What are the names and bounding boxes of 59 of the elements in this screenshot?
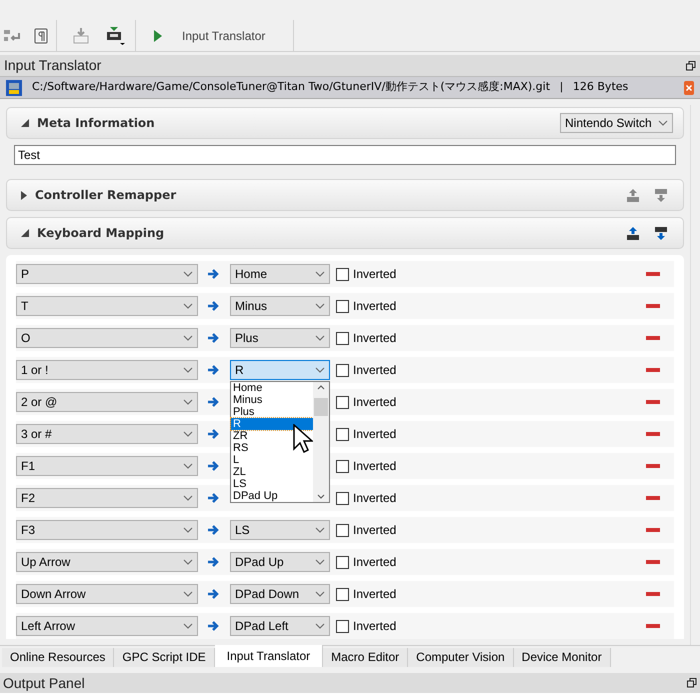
key-select[interactable]: 1 or !: [16, 360, 198, 380]
section-title: Controller Remapper: [35, 187, 178, 204]
dropdown-option[interactable]: LS: [231, 478, 313, 490]
name-field[interactable]: Test: [14, 145, 676, 165]
key-select[interactable]: Up Arrow: [16, 552, 198, 572]
inverted-label: Inverted: [353, 490, 398, 507]
key-select[interactable]: 2 or @: [16, 392, 198, 412]
panel-tab[interactable]: Computer Vision: [408, 648, 514, 667]
dropdown-option[interactable]: L: [231, 454, 313, 466]
target-select[interactable]: Home: [230, 264, 330, 284]
key-select[interactable]: T: [16, 296, 198, 316]
target-select[interactable]: LS: [230, 520, 330, 540]
target-select[interactable]: Plus: [230, 328, 330, 348]
inverted-label: Inverted: [353, 362, 398, 379]
inverted-label: Inverted: [353, 458, 398, 475]
panel-title: Input Translator: [4, 56, 102, 75]
inverted-label: Inverted: [353, 426, 398, 443]
run-button[interactable]: Input Translator: [136, 20, 294, 51]
inverted-label: Inverted: [353, 618, 398, 635]
panel-tab[interactable]: Device Monitor: [514, 648, 611, 667]
key-select[interactable]: F1: [16, 456, 198, 476]
key-select[interactable]: Down Arrow: [16, 584, 198, 604]
inverted-label: Inverted: [353, 522, 398, 539]
panel-tab[interactable]: Input Translator: [214, 645, 324, 667]
panel-tab[interactable]: Online Resources: [2, 648, 114, 667]
dropdown-option[interactable]: Plus: [231, 406, 313, 418]
inverted-label: Inverted: [353, 298, 398, 315]
console-select[interactable]: Nintendo Switch: [560, 113, 673, 133]
dropdown-option[interactable]: ZL: [231, 466, 313, 478]
section-title: Keyboard Mapping: [37, 225, 166, 242]
target-select[interactable]: DPad Left: [230, 616, 330, 636]
inverted-label: Inverted: [353, 330, 398, 347]
section-header[interactable]: Keyboard Mapping: [6, 217, 684, 249]
dropdown-option[interactable]: Home: [231, 382, 313, 394]
target-select[interactable]: DPad Down: [230, 584, 330, 604]
target-select[interactable]: Minus: [230, 296, 330, 316]
key-select[interactable]: P: [16, 264, 198, 284]
key-select[interactable]: Left Arrow: [16, 616, 198, 636]
dropdown-option[interactable]: Minus: [231, 394, 313, 406]
key-select[interactable]: 3 or #: [16, 424, 198, 444]
dropdown-option[interactable]: DPad Up: [231, 490, 313, 502]
key-select[interactable]: O: [16, 328, 198, 348]
section-header[interactable]: Meta Information Nintendo Switch: [6, 107, 684, 139]
target-select[interactable]: R: [230, 360, 330, 380]
dropdown-option[interactable]: R: [231, 418, 313, 430]
separator: |: [560, 80, 563, 96]
inverted-label: Inverted: [353, 394, 398, 411]
inverted-label: Inverted: [353, 554, 398, 571]
panel-tab[interactable]: Macro Editor: [323, 648, 408, 667]
inverted-label: Inverted: [353, 586, 398, 603]
panel-title: Output Panel: [3, 674, 85, 693]
file-size: 126 Bytes: [572, 79, 630, 96]
file-path: C:/Software/Hardware/Game/ConsoleTuner@Titan Two/GtunerIV/動作テスト(マウス感度:MAX).git: [32, 79, 550, 96]
target-select[interactable]: DPad Up: [230, 552, 330, 572]
panel-tab[interactable]: GPC Script IDE: [114, 648, 215, 667]
section-title: Meta Information: [37, 115, 156, 132]
key-select[interactable]: F3: [16, 520, 198, 540]
key-select[interactable]: F2: [16, 488, 198, 508]
inverted-label: Inverted: [353, 266, 398, 283]
